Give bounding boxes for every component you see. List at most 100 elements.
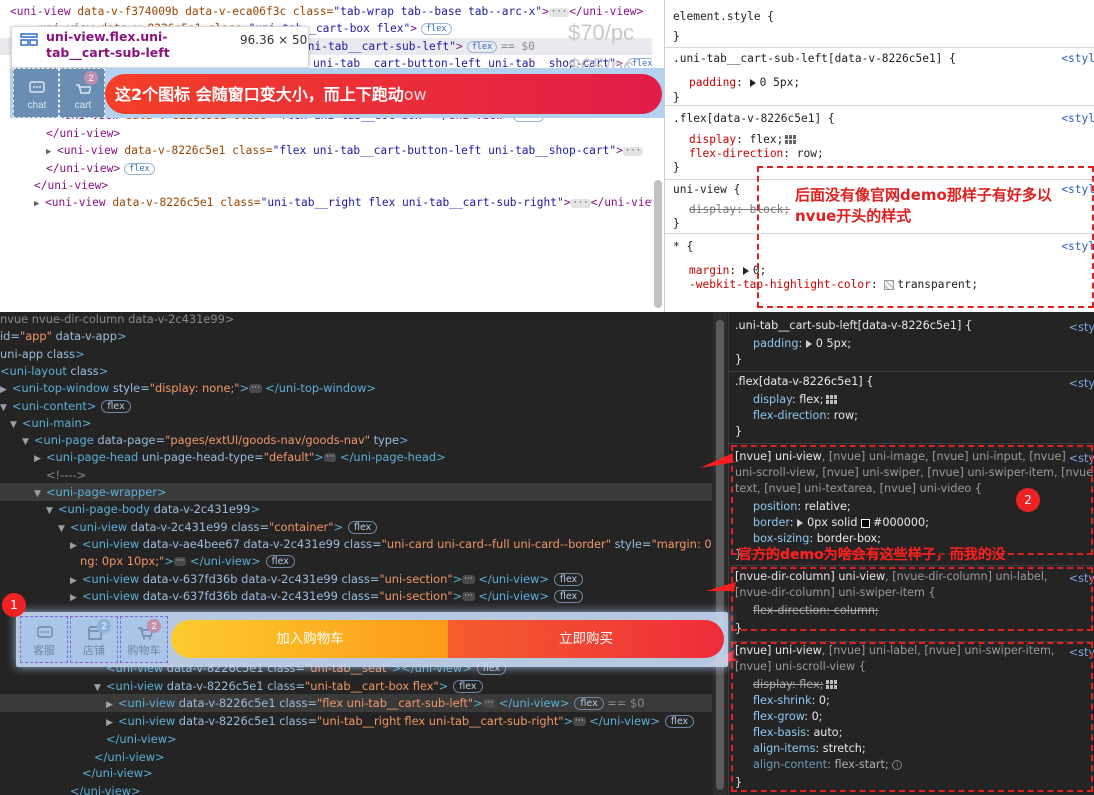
expand-triangle-icon[interactable] xyxy=(749,79,756,87)
ghost-price-1: $70/pc xyxy=(568,20,635,45)
prop-value: flex; xyxy=(749,133,784,146)
styles-scrollbar[interactable] xyxy=(654,180,662,308)
preview-chat-label: chat xyxy=(27,100,47,111)
rule-selector: * { xyxy=(673,240,694,253)
annotation-note-top: 后面没有像官网demo那样子有好多以nvue开头的样式 xyxy=(795,186,1052,225)
flex-badge[interactable]: flex xyxy=(466,40,498,53)
prop-name: padding xyxy=(689,76,737,89)
expand-triangle-icon[interactable] xyxy=(742,267,749,275)
tag-attributes: data-v-8226c5e1 xyxy=(117,144,226,158)
ellipsis-button[interactable]: ··· xyxy=(570,198,591,208)
tooltip-selector: uni-view.flex.uni-tab__cart-sub-left xyxy=(46,29,170,60)
chat-icon xyxy=(37,626,53,638)
rule-selector: .uni-tab__cart-sub-left[data-v-8226c5e1]… xyxy=(673,52,956,65)
rule-selector: .flex[data-v-8226c5e1] { xyxy=(673,112,835,125)
tag-end: > xyxy=(616,144,623,158)
rule-declaration[interactable]: padding: 0 5px; xyxy=(689,76,800,90)
cart-badge: 2 xyxy=(147,619,161,633)
cart-sub-left: 客服 2 店铺 2 购物车 xyxy=(20,616,168,663)
annotation-red-bar-text: 这2个图标 会随窗口变大小，而上下跑动ow xyxy=(115,81,427,105)
cart-label: 购物车 xyxy=(127,644,161,657)
class-attr: class= xyxy=(286,5,334,18)
cart-button[interactable]: 2 购物车 xyxy=(120,616,168,663)
tag-name: uni-view xyxy=(16,5,71,18)
cart-icon xyxy=(76,84,91,94)
prop-value: row; xyxy=(796,147,824,160)
dom-node-line[interactable]: </uni-view> flex xyxy=(46,160,155,177)
rule-declaration[interactable]: margin: 0; xyxy=(689,264,766,278)
expand-right-icon[interactable]: ▶ xyxy=(34,196,45,213)
close-brace: } xyxy=(673,161,680,174)
shop-badge: 2 xyxy=(97,619,111,633)
class-attr: class= xyxy=(225,144,273,158)
tag-name: uni-view xyxy=(51,196,106,210)
quote: " xyxy=(449,39,456,53)
closing-tag: </uni-view> xyxy=(34,179,109,192)
dom-node-line[interactable]: ▶ <uni-view data-v-8226c5e1 class="flex u… xyxy=(46,142,644,159)
element-style-rule: element.style { } xyxy=(665,0,1094,48)
preview-cart-badge: 2 xyxy=(84,71,98,85)
preview-cart-button[interactable]: 2 cart xyxy=(59,68,105,118)
tooltip-size: 96.36 × 50 xyxy=(240,33,308,47)
close-brace: } xyxy=(673,30,680,43)
class-value: tab-wrap tab--base tab--arc-x xyxy=(340,5,536,18)
class-attr: class= xyxy=(213,196,261,210)
closing-tag: </uni-view> xyxy=(46,161,121,175)
annotation-tail-text: ow xyxy=(403,85,427,104)
rule-source-link[interactable]: <styl xyxy=(1061,112,1094,126)
flex-editor-icon[interactable] xyxy=(785,135,798,145)
rule-source-link[interactable]: <styl xyxy=(1061,52,1094,66)
flex-badge[interactable]: flex xyxy=(421,23,452,36)
prop-name: display xyxy=(689,133,737,146)
preview-cart-label: cart xyxy=(74,100,92,111)
prop-name: display xyxy=(689,203,737,216)
preview-chat-button[interactable]: chat xyxy=(13,68,59,118)
rule-declaration[interactable]: display: flex; xyxy=(689,133,798,147)
chat-button[interactable]: 客服 xyxy=(20,616,68,663)
dom-node-line[interactable]: </uni-view> xyxy=(34,177,108,194)
close-brace: } xyxy=(673,91,680,104)
inspect-tooltip: uni-view.flex.uni-tab__cart-sub-left 96.… xyxy=(11,26,309,68)
devtools-dark-panel: nvue nvue-dir-column data-v-2c431e99> id=… xyxy=(0,312,1094,795)
closing-tag: </uni-view> xyxy=(46,126,121,140)
arrow-to-r4 xyxy=(706,582,738,591)
annotation-arrows xyxy=(700,453,738,667)
tag-end: > xyxy=(455,39,463,53)
tag-attributes: data-v-f374009b data-v-eca06f3c xyxy=(70,5,287,18)
tag-end: > xyxy=(410,22,418,36)
add-to-cart-button[interactable]: 加入购物车 xyxy=(171,620,449,658)
flex-layout-icon xyxy=(20,33,38,46)
goods-nav-preview: 客服 2 店铺 2 购物车 加入购物车 立即购买 xyxy=(16,612,728,667)
flex-badge[interactable]: flex xyxy=(124,162,155,175)
closing-tag: </uni-view> xyxy=(590,196,652,210)
rule-declaration[interactable]: flex-direction: row; xyxy=(689,147,824,161)
class-value: uni-tab__right flex uni-tab__cart-sub-ri… xyxy=(267,196,557,210)
tag-open: < xyxy=(45,196,52,210)
ellipsis-button[interactable]: ··· xyxy=(548,7,570,17)
dom-node-line[interactable]: <uni-view data-v-f374009b data-v-eca06f3… xyxy=(10,3,643,20)
chat-label: 客服 xyxy=(33,644,55,657)
shop-button[interactable]: 2 店铺 xyxy=(70,616,118,663)
prop-name: flex-direction xyxy=(689,147,784,160)
dom-node-line[interactable]: ▶<uni-view data-v-8226c5e1 class= "uni-ta… xyxy=(34,194,652,211)
rule-selector: uni-view { xyxy=(673,183,741,196)
element-style-selector: element.style { xyxy=(673,10,775,23)
close-brace: } xyxy=(673,217,680,230)
tag-end: > xyxy=(563,196,571,210)
tag-attributes: data-v-8226c5e1 xyxy=(105,196,214,210)
css-rule-padding: .uni-tab__cart-sub-left[data-v-8226c5e1]… xyxy=(665,48,1094,106)
devtools-light-panel: <uni-view data-v-f374009b data-v-eca06f3… xyxy=(0,0,1094,312)
ellipsis-button[interactable]: ··· xyxy=(622,146,644,156)
buy-now-button[interactable]: 立即购买 xyxy=(448,620,724,658)
chat-icon xyxy=(29,81,45,93)
tag-end: > xyxy=(542,5,549,18)
prop-name: margin xyxy=(689,264,730,277)
class-value: flex uni-tab__cart-button-left uni-tab__… xyxy=(279,144,610,158)
prop-value: 0 5px; xyxy=(759,76,801,89)
selected-marker: == $0 xyxy=(501,39,535,53)
shop-label: 店铺 xyxy=(83,644,105,657)
tag-open: < xyxy=(57,144,64,158)
closing-tag: </uni-view> xyxy=(569,5,644,18)
dom-node-line[interactable]: </uni-view> xyxy=(46,125,120,142)
arrow-to-r3 xyxy=(700,453,736,468)
